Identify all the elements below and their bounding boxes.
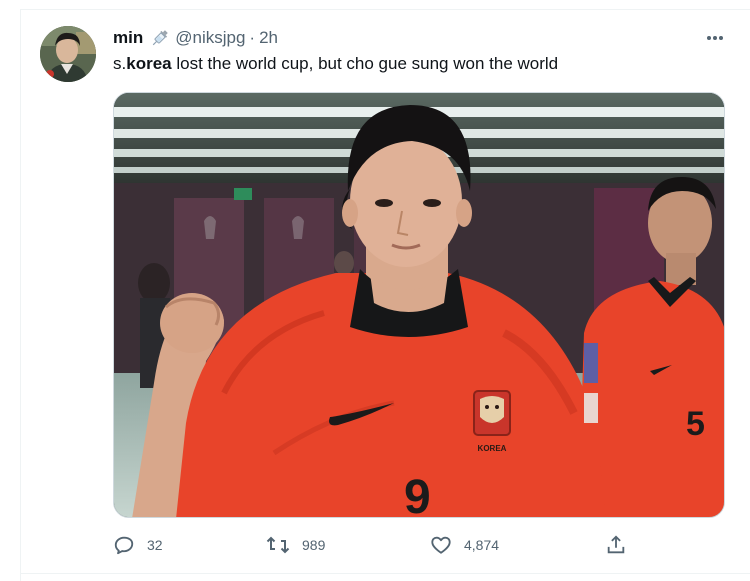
tweet-text-prefix: s. (113, 54, 127, 73)
retweet-button[interactable]: 989 (266, 532, 325, 558)
tweet-text: s.korea lost the world cup, but cho gue … (113, 54, 558, 74)
tweet-header: min @niksjpg · 2h (113, 26, 278, 50)
crest-text: KOREA (478, 444, 507, 453)
tweet-text-bold: korea (126, 54, 172, 73)
tweet-text-suffix: lost the world cup, but cho gue sung won… (171, 54, 559, 73)
avatar[interactable] (40, 26, 96, 82)
like-count: 4,874 (464, 537, 500, 553)
syringe-icon (149, 27, 171, 49)
center-player-number: 9 (404, 471, 431, 518)
user-handle[interactable]: @niksjpg (175, 28, 245, 48)
share-icon (607, 535, 625, 554)
reply-count: 32 (147, 537, 163, 553)
right-player-number: 5 (686, 405, 705, 443)
heart-icon (431, 536, 451, 554)
tweet[interactable]: min @niksjpg · 2h s.korea lost the world… (20, 10, 750, 573)
reply-button[interactable]: 32 (113, 532, 163, 558)
page-frame: min @niksjpg · 2h s.korea lost the world… (0, 0, 750, 581)
like-button[interactable]: 4,874 (430, 532, 499, 558)
retweet-icon (266, 536, 290, 554)
display-name[interactable]: min (113, 28, 143, 48)
bottom-divider (20, 573, 750, 574)
share-button[interactable] (605, 532, 639, 558)
tweet-photo[interactable]: 5 KOREA 9 (113, 92, 725, 518)
more-options-icon[interactable] (702, 28, 728, 48)
separator-dot: · (249, 28, 256, 47)
timestamp[interactable]: 2h (259, 28, 278, 48)
retweet-count: 989 (302, 537, 326, 553)
tweet-actions: 32 989 4,874 (113, 532, 633, 558)
reply-icon (114, 536, 134, 555)
